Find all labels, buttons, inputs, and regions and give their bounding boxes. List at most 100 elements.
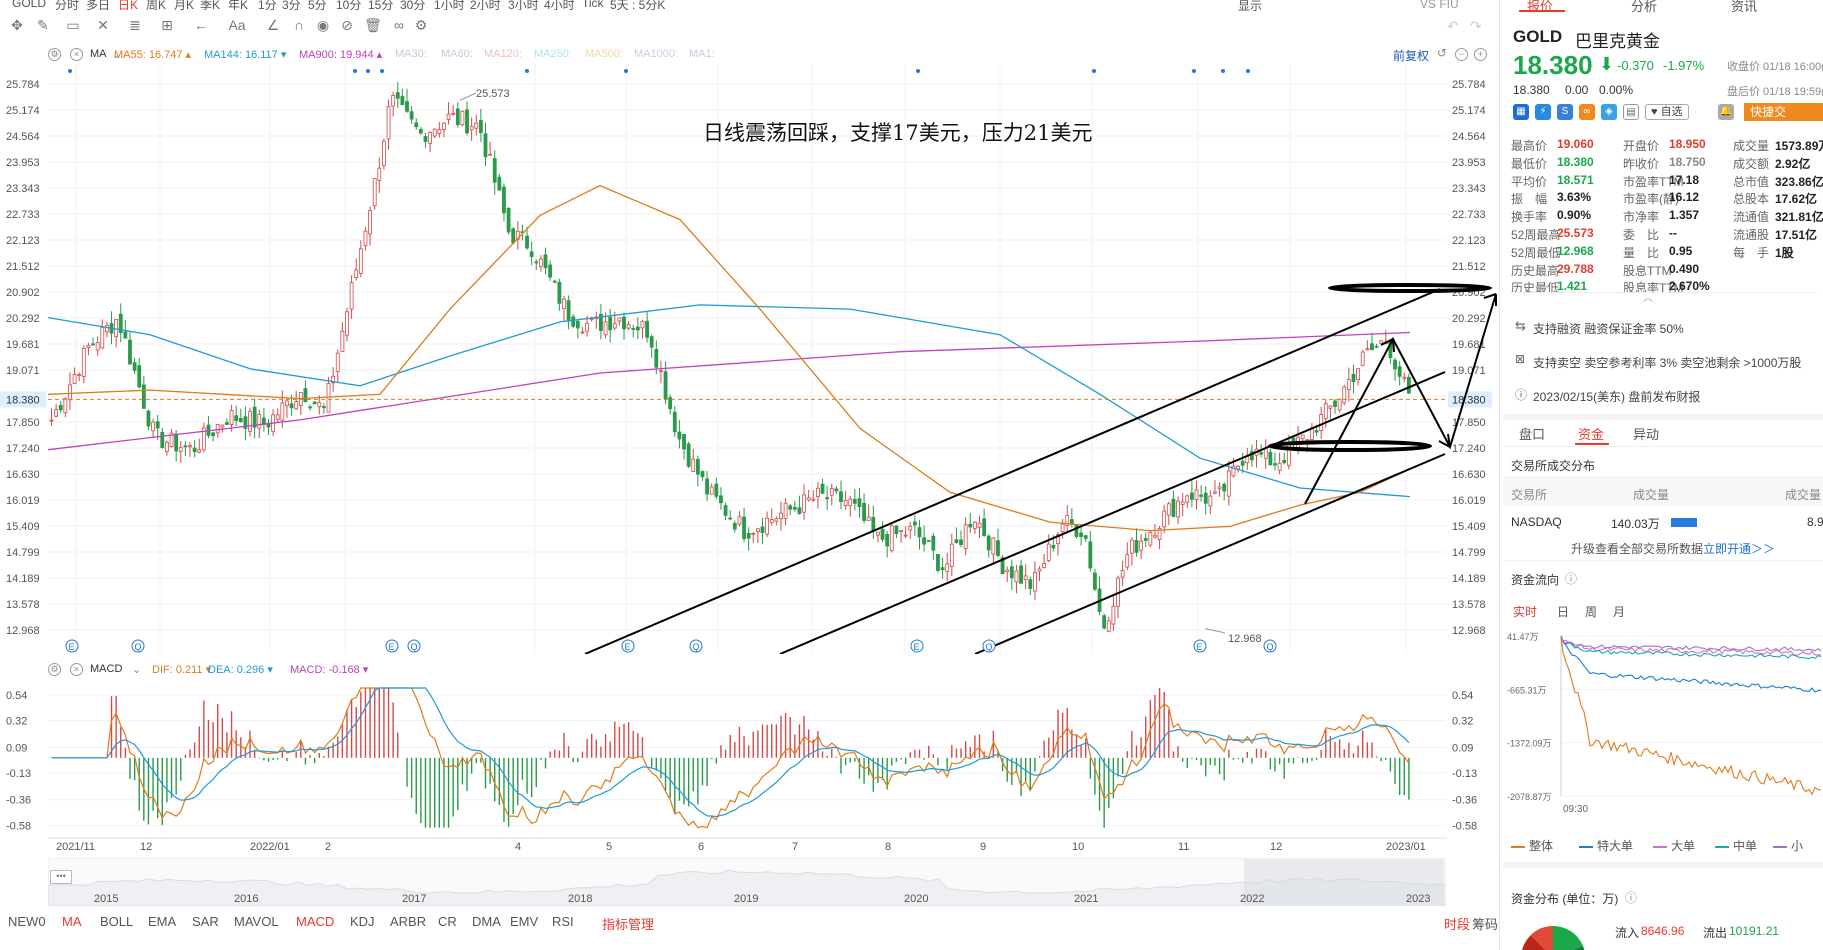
upgrade-link[interactable]: 立即开通＞＞ [1703,540,1775,557]
indicator-tab-8[interactable]: ARBR [390,914,426,929]
cross-tool-icon[interactable]: ✕ [92,17,114,37]
fib-tool-icon[interactable]: ≣ [124,17,146,37]
chips-button[interactable]: 筹码 [1472,914,1498,933]
flow-tab-month[interactable]: 月 [1613,603,1625,620]
period-tab-19[interactable]: 5天 : 5分K [610,0,665,10]
candlestick-chart[interactable]: 25.784 25.784 25.174 25.174 24.564 24.564 23.9… [0,64,1500,654]
arrow-tool-icon[interactable]: ← [190,17,212,37]
close-indicator-icon[interactable]: × [70,48,83,61]
flow-tab-week[interactable]: 周 [1585,603,1597,620]
redo-icon[interactable]: ↷ [1470,18,1482,35]
flow-legend-item[interactable]: 小 [1773,837,1803,854]
indicator-tab-10[interactable]: DMA [472,914,501,929]
macd-value-2[interactable]: MACD: -0.168 ▾ [290,663,368,676]
trash-tool-icon[interactable]: 🗑 [362,17,384,37]
flow-tab-realtime[interactable]: 实时 [1513,603,1537,620]
indicator-tab-5[interactable]: MAVOL [234,914,279,929]
reset-icon[interactable]: ↺ [1437,46,1447,60]
macd-close-icon[interactable]: × [70,663,83,676]
dist-info-icon[interactable]: ⓘ [1625,889,1637,906]
tab-funds[interactable]: 资金 [1578,424,1604,443]
lock-tool-icon[interactable]: ⊘ [336,17,358,37]
flow-legend-item[interactable]: 整体 [1511,837,1553,854]
indicator-tab-4[interactable]: SAR [192,914,219,929]
indicator-tab-13[interactable]: 指标管理 [602,914,654,933]
ma-value-0[interactable]: MA55: 16.747 ▴ [114,48,191,61]
period-tab-6[interactable]: 季K [200,0,220,10]
period-tab-5[interactable]: 月K [174,0,194,10]
tab-news[interactable]: 资讯 [1731,0,1757,15]
flow-legend-item[interactable]: 特大单 [1579,837,1633,854]
indicator-tab-2[interactable]: BOLL [100,914,133,929]
ma-value-7[interactable]: MA500: [585,48,623,60]
ma-value-9[interactable]: MA1: [689,48,715,60]
indicator-tab-11[interactable]: EMV [510,914,538,929]
zoom-in-icon[interactable]: + [1474,48,1487,61]
period-tab-1[interactable]: 分时 [55,0,79,10]
indicator-tab-6[interactable]: MACD [296,914,334,929]
tab-moves[interactable]: 异动 [1633,424,1659,443]
period-tab-14[interactable]: 1小时 [434,0,465,10]
period-tab-12[interactable]: 15分 [368,0,393,10]
ma-value-5[interactable]: MA120: [484,48,522,60]
macd-label[interactable]: MACD [90,663,122,675]
period-tab-7[interactable]: 年K [228,0,248,10]
tab-orderbook[interactable]: 盘口 [1519,424,1545,443]
quick-trade-button[interactable]: 快捷交 [1744,103,1823,121]
indicator-tab-7[interactable]: KDJ [350,914,375,929]
indicator-tab-0[interactable]: NEW0 [8,914,46,929]
ma-value-6[interactable]: MA250: [534,48,572,60]
ma-label[interactable]: MA [90,48,107,60]
eye-tool-icon[interactable]: ◉ [312,17,334,37]
macd-settings-icon[interactable]: ⚙ [48,663,61,676]
collapse-icon[interactable]: ︿ [1643,289,1653,304]
pen-tool-icon[interactable]: ✎ [32,17,54,37]
ma-value-8[interactable]: MA1000: [634,48,678,60]
line-tool-icon[interactable]: ∠ [262,17,284,37]
adjust-mode[interactable]: 前复权 [1393,47,1429,64]
link-tool-icon[interactable]: ∞ [388,17,410,37]
period-tab-18[interactable]: Tick [582,0,604,10]
period-tab-4[interactable]: 周K [146,0,166,10]
session-button[interactable]: 时段 [1444,914,1470,933]
tab-quote[interactable]: 报价 [1527,0,1553,15]
flow-tab-day[interactable]: 日 [1557,603,1569,620]
measure-tool-icon[interactable]: ⊞ [156,17,178,37]
period-tab-16[interactable]: 3小时 [508,0,539,10]
ma-value-2[interactable]: MA900: 19.944 ▴ [299,48,382,61]
text-tool-icon[interactable]: Aa [226,17,248,37]
gear-icon[interactable]: ⚙ [410,17,432,37]
macd-value-1[interactable]: DEA: 0.296 ▾ [208,663,273,676]
period-tab-11[interactable]: 10分 [336,0,361,10]
zoom-out-icon[interactable]: − [1455,48,1468,61]
crosshair-tool-icon[interactable]: ✥ [6,17,28,37]
ma-value-1[interactable]: MA144: 16.117 ▾ [204,48,286,61]
undo-icon[interactable]: ↶ [1447,18,1459,35]
s-icon[interactable]: S [1557,104,1573,120]
ma-value-4[interactable]: MA60: [441,48,473,60]
period-tab-13[interactable]: 30分 [400,0,425,10]
period-tab-0[interactable]: GOLD [12,0,46,10]
overview-navigator[interactable]: 2015 2016 2017 2018 2019 2020 2021 2022 2023 [48,858,1446,906]
period-tab-3[interactable]: 日K [118,0,138,10]
macd-chevron-icon[interactable]: ⌄ [132,663,141,676]
calendar-icon[interactable]: ▤ [1623,104,1639,120]
period-tab-10[interactable]: 5分 [308,0,327,10]
tab-analysis[interactable]: 分析 [1631,0,1657,15]
period-tab-2[interactable]: 多日 [86,0,110,10]
indicator-tab-3[interactable]: EMA [148,914,176,929]
macd-value-0[interactable]: DIF: 0.211 ▾ [152,663,211,676]
magnet-tool-icon[interactable]: ∩ [288,17,310,37]
period-tab-15[interactable]: 2小时 [470,0,501,10]
period-tab-8[interactable]: 1分 [258,0,277,10]
bell-icon[interactable]: 🔔 [1718,104,1734,120]
settings-gear-icon[interactable]: ⚙ [48,48,61,61]
display-menu[interactable]: 显示 [1238,0,1262,14]
tag-icon[interactable]: ◈ [1601,104,1617,120]
flow-info-icon[interactable]: ⓘ [1565,570,1577,587]
flow-legend-item[interactable]: 中单 [1715,837,1757,854]
ma-value-3[interactable]: MA30: [395,48,427,60]
period-tab-17[interactable]: 4小时 [544,0,575,10]
flow-legend-item[interactable]: 大单 [1653,837,1695,854]
indicator-tab-1[interactable]: MA [62,914,82,929]
